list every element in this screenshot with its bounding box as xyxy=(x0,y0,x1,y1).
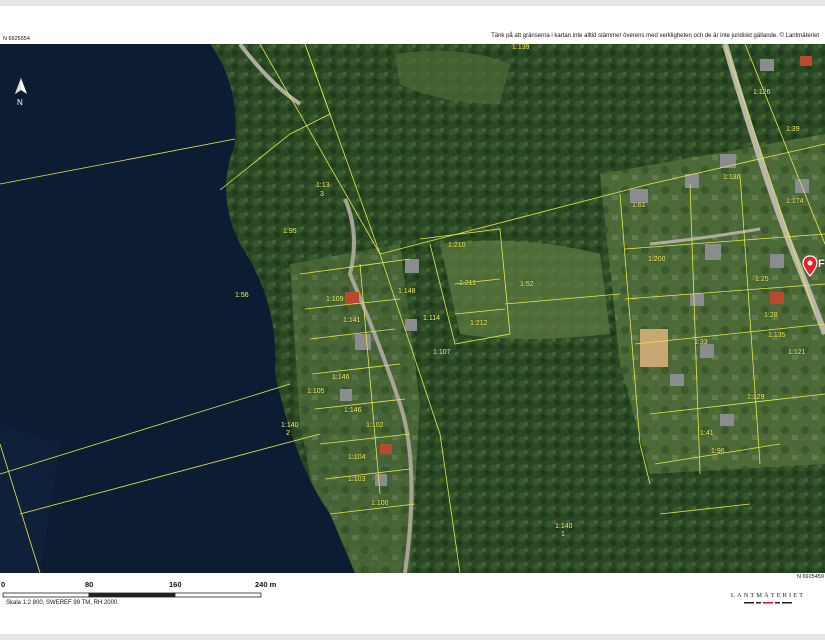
parcel-label: 1:148 xyxy=(398,288,416,295)
scale-tick: 0 xyxy=(1,580,6,589)
scale-tick: 160 xyxy=(169,580,182,589)
parcel-label: 1:28 xyxy=(764,312,778,319)
parcel-label: 1:103 xyxy=(348,476,366,483)
parcel-label: 1:114 xyxy=(423,315,440,322)
parcel-label: 1:39 xyxy=(786,126,800,133)
sand-court xyxy=(640,329,668,367)
parcel-label: 1:41 xyxy=(700,430,714,437)
parcel-label: 1:141 xyxy=(343,317,361,324)
scale-tick: 80 xyxy=(85,580,94,589)
parcel-label: 1:25 xyxy=(755,276,769,283)
map-imagery xyxy=(0,44,825,573)
parcel-label: 1:52 xyxy=(520,281,534,288)
parcel-label: 1:107 xyxy=(433,349,451,356)
parcel-label: 1:210 xyxy=(448,242,466,249)
disclaimer-notice: Tänk på att gränserna i kartan inte allt… xyxy=(491,33,819,39)
top-edge xyxy=(0,0,825,6)
parcel-label: 1:96 xyxy=(711,448,725,455)
parcel-label: 1:136 xyxy=(723,174,741,181)
parcel-label: 1:109 xyxy=(326,296,344,303)
parcel-label: 1:100 xyxy=(371,500,389,507)
parcel-label: 1:135 xyxy=(768,332,786,339)
parcel-label: 1:126 xyxy=(753,89,771,96)
bottom-edge xyxy=(0,634,825,640)
logo-text: LANTMÄTERIET xyxy=(730,592,806,599)
parcel-label: 1:140 xyxy=(281,422,299,429)
meadow xyxy=(440,240,610,339)
parcel-label: 1:105 xyxy=(307,388,325,395)
parcel-label: 1:139 xyxy=(512,44,530,51)
logo-bar xyxy=(744,602,792,604)
parcel-label: 1:146 xyxy=(332,374,350,381)
parcel-label: 1:174 xyxy=(786,198,804,205)
parcel-label: 1:95 xyxy=(283,228,297,235)
parcel-label: 1:129 xyxy=(747,394,765,401)
scale-tick: 240 m xyxy=(255,580,277,589)
parcel-label: 2 xyxy=(286,430,290,437)
parcel-label: 1:104 xyxy=(348,454,366,461)
parcel-label: 1 xyxy=(561,531,565,538)
parcel-label: 1:146 xyxy=(344,407,362,414)
parcel-label: 1:56 xyxy=(235,292,249,299)
parcel-label: 3 xyxy=(320,191,324,198)
parcel-label: 1:140 xyxy=(555,523,573,530)
parcel-label: 1:102 xyxy=(366,422,384,429)
aerial-map[interactable]: 1:139 1:13 3 1:95 1:56 1:210 1:211 1:52 … xyxy=(0,44,825,573)
marker-label: F xyxy=(818,258,825,270)
coordinate-top: N 6925654 xyxy=(3,36,30,42)
parcel-label: 1:121 xyxy=(788,349,806,356)
parcel-label: 1:61 xyxy=(632,202,646,209)
parcel-label: 1:33 xyxy=(694,339,708,346)
coordinate-bottom: N 6925459 xyxy=(797,574,824,580)
parcel-label: 1:212 xyxy=(470,320,488,327)
parcel-label: 1:200 xyxy=(648,256,666,263)
lantmateriet-logo: LANTMÄTERIET xyxy=(720,592,816,608)
parcel-label: 1:211 xyxy=(459,280,476,287)
parcel-label: 1:13 xyxy=(316,182,330,189)
scale-info: Skala 1:2 800, SWEREF 99 TM, RH 2000. xyxy=(6,600,119,606)
svg-text:N: N xyxy=(17,98,23,106)
